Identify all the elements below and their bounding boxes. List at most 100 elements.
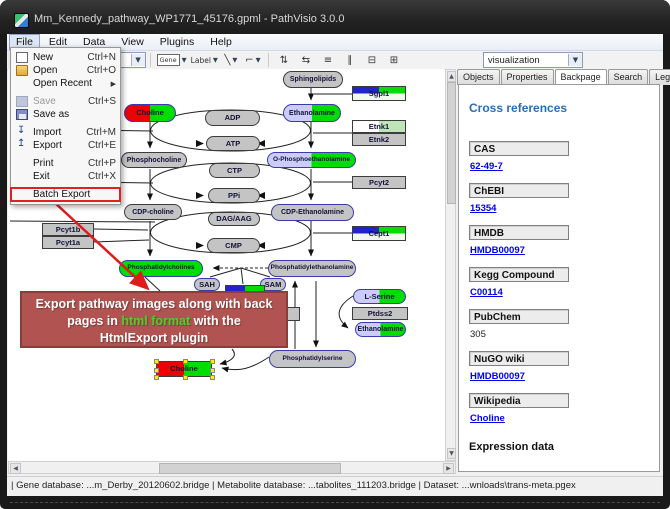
crossref-link[interactable]: Choline [470,413,505,424]
file-menu-item-label: Exit [33,171,50,182]
scroll-right-icon[interactable]: ▶ [443,463,454,474]
align-center-button[interactable]: ⇅ [274,52,294,69]
selection-handle[interactable] [154,359,159,364]
common-height-button[interactable]: ⊞ [384,52,404,69]
pathway-node-sphingolipids[interactable]: Sphingolipids [283,71,343,88]
connector-tool-button[interactable]: ⌐ ▼ [243,52,263,69]
scroll-down-icon[interactable]: ▼ [447,448,456,459]
chevron-down-icon[interactable]: ▼ [568,54,582,66]
selection-handle[interactable] [154,368,159,373]
selection-handle[interactable] [210,359,215,364]
file-menu-item-export[interactable]: Export Ctrl+E [11,139,120,152]
selection-handle[interactable] [210,375,215,380]
pathway-node-l-serine[interactable]: L-Serine [353,289,406,304]
annotation-line2-suffix: with the [190,314,241,328]
pathway-node-phosphatidylserine[interactable]: Phosphatidylserine [269,350,356,368]
scroll-up-icon[interactable]: ▲ [447,71,456,82]
pathway-node-etnk1[interactable]: Etnk1 [352,120,406,133]
align-middle-button[interactable]: ⇆ [296,52,316,69]
section-header: CAS [469,141,569,156]
chevron-down-icon[interactable]: ▼ [131,54,145,66]
pathway-node-pcyt1a[interactable]: Pcyt1a [42,236,94,249]
selection-handle[interactable] [154,375,159,380]
file-menu-item-print[interactable]: PrintCtrl+P [11,157,120,170]
shortcut-label: Ctrl+M [86,127,116,138]
pathway-node-pcyt1b[interactable]: Pcyt1b [42,223,94,236]
pathway-node-ethanolamine[interactable]: Ethanolamine [283,104,341,122]
canvas-horizontal-scrollbar[interactable]: ◀ ▶ [8,461,456,474]
node-label: SAM [265,281,282,289]
file-menu-item-batch-export[interactable]: Batch Export [11,188,120,201]
chevron-down-icon[interactable]: ▼ [232,56,237,64]
pathway-node-dag-aag[interactable]: DAG/AAG [208,212,260,226]
pathway-node-ctp[interactable]: CTP [209,163,260,178]
menu-plugins[interactable]: Plugins [153,34,201,50]
add-label-button[interactable]: Label ▼ [190,52,219,69]
chevron-down-icon[interactable]: ▼ [213,56,218,64]
app-icon [14,13,29,28]
crossref-link[interactable]: 15354 [470,203,496,214]
selection-handle[interactable] [183,375,188,380]
file-menu-item-open-recent[interactable]: Open Recent▶ [11,77,120,90]
file-menu-item-save[interactable]: SaveCtrl+S [11,95,120,108]
tab-backpage[interactable]: Backpage [555,69,607,85]
file-menu-item-new[interactable]: NewCtrl+N [11,51,120,64]
add-gene-button[interactable]: Gene ▼ [156,52,188,69]
node-label: Ethanolamine [358,326,404,333]
pathway-node-sah[interactable]: SAH [194,278,220,291]
pathway-node-cept1[interactable]: Cept1 [352,226,406,241]
node-label: CDP-choline [132,209,174,216]
pathway-node-o-phosphoethanolamine[interactable]: O-Phosphoethanolamine [267,152,356,168]
canvas-vertical-scrollbar[interactable]: ▲ ▼ [445,69,456,461]
tab-legend[interactable]: Legend [649,69,670,85]
chevron-down-icon[interactable]: ▼ [256,56,261,64]
shortcut-label: Ctrl+E [88,140,116,151]
pathway-node-adp[interactable]: ADP [205,110,260,126]
section-header: Wikipedia [469,393,569,408]
pathway-node-cmp[interactable]: CMP [207,238,260,253]
file-menu-item-label: Import [33,127,61,138]
chevron-down-icon[interactable]: ▼ [182,56,187,64]
distribute-vertical-button[interactable]: ∥ [340,52,360,69]
file-menu-item-exit[interactable]: ExitCtrl+X [11,170,120,183]
crossref-link[interactable]: 62-49-7 [470,161,503,172]
file-menu-item-import[interactable]: Import Ctrl+M [11,126,120,139]
pathway-node-choline[interactable]: Choline [156,361,212,377]
crossref-link[interactable]: HMDB00097 [470,245,525,256]
pathway-node-phosphocholine[interactable]: Phosphocholine [121,152,187,168]
pathway-node-ppi[interactable]: PPi [208,188,260,203]
tab-search[interactable]: Search [608,69,649,85]
selection-handle[interactable] [210,368,215,373]
menu-help[interactable]: Help [203,34,239,50]
visualization-combobox[interactable]: visualization ▼ [483,52,583,68]
scroll-left-icon[interactable]: ◀ [10,463,21,474]
line-tool-button[interactable]: ╲ ▼ [221,52,241,69]
pathway-node-atp[interactable]: ATP [206,136,260,151]
pathway-node-sgpl1[interactable]: Sgpl1 [352,86,406,101]
tab-objects[interactable]: Objects [457,69,500,85]
pathway-node-cdp-choline[interactable]: CDP-choline [124,204,182,220]
pathway-node-cdp-ethanolamine[interactable]: CDP-Ethanolamine [271,204,354,221]
pathway-node-ptdss2[interactable]: Ptdss2 [352,307,408,320]
expression-data-heading: Expression data [469,441,659,453]
file-menu-item-open[interactable]: OpenCtrl+O [11,64,120,77]
pathway-node-choline[interactable]: Choline [124,104,176,122]
distribute-horizontal-button[interactable]: ≡ [318,52,338,69]
common-width-button[interactable]: ⊟ [362,52,382,69]
crossref-link[interactable]: HMDB00097 [470,371,525,382]
tab-properties[interactable]: Properties [501,69,554,85]
backpage-section-hmdb: HMDBHMDB00097 [469,225,659,267]
crossref-link[interactable]: C00114 [470,287,503,298]
vertical-scroll-thumb[interactable] [447,82,456,204]
horizontal-scroll-thumb[interactable] [159,463,341,474]
gene-node-icon: Gene [157,54,180,66]
selection-handle[interactable] [183,359,188,364]
file-menu-item-save-as[interactable]: Save as [11,108,120,121]
pathway-node-ethanolamine[interactable]: Ethanolamine [355,322,406,337]
pathway-node-pcyt2[interactable]: Pcyt2 [352,176,406,189]
file-menu-item-label: Export [33,140,62,151]
line-icon: ╲ [224,55,230,66]
pathway-node-phosphatidylethanolamine[interactable]: Phosphatidylethanolamine [268,260,356,277]
pathway-node-etnk2[interactable]: Etnk2 [352,133,406,146]
pathway-node-phosphatidylcholines[interactable]: Phosphatidylcholines [119,260,203,277]
